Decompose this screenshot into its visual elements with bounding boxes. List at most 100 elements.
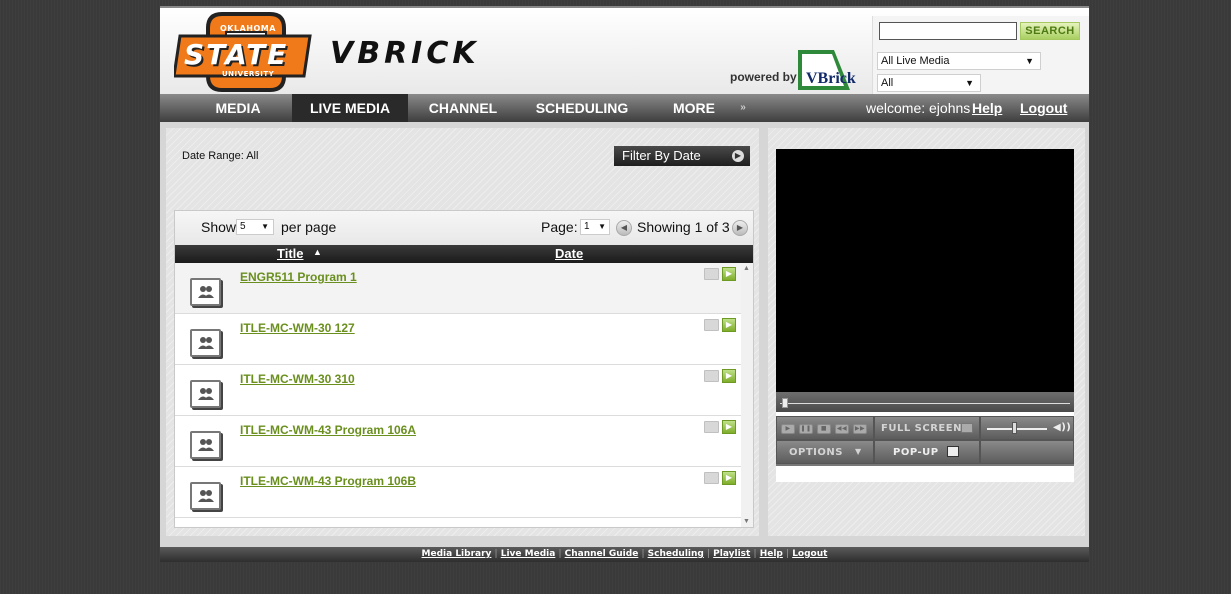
vbrick-brand: VBrick <box>806 70 856 87</box>
email-icon[interactable] <box>704 472 719 484</box>
volume-track[interactable] <box>987 428 1047 430</box>
footer-link-media-library[interactable]: Media Library <box>422 549 492 559</box>
table-row[interactable]: ITLE-MC-WM-43 Program 106B ▶ <box>175 467 741 518</box>
seek-bar[interactable] <box>776 392 1074 412</box>
page-select[interactable]: 1 ▼ <box>580 219 610 235</box>
next-page-icon[interactable]: ▶ <box>732 220 748 236</box>
live-media-thumbnail-icon[interactable] <box>190 329 221 357</box>
footer-separator: | <box>753 549 757 559</box>
nav-scheduling[interactable]: SCHEDULING <box>534 94 630 122</box>
live-media-thumbnail-icon[interactable] <box>190 431 221 459</box>
pause-icon[interactable]: ❚❚ <box>799 424 813 434</box>
email-icon[interactable] <box>704 268 719 280</box>
table-row[interactable]: ITLE-MC-WM-30 127 ▶ <box>175 314 741 365</box>
options-label: OPTIONS <box>789 447 843 458</box>
list-toolbar: Show 5 ▼ per page Page: 1 ▼ ◀ Showing 1 … <box>175 211 753 245</box>
per-page-label: per page <box>281 219 337 235</box>
logo-text-bottom: UNIVERSITY <box>222 70 275 78</box>
footer-link-logout[interactable]: Logout <box>792 549 827 559</box>
rewind-icon[interactable]: ◀◀ <box>835 424 849 434</box>
volume-handle[interactable] <box>1012 422 1017 434</box>
seek-track <box>780 403 1070 404</box>
nav-live-media[interactable]: LIVE MEDIA <box>292 94 408 122</box>
play-icon[interactable]: ▶ <box>722 420 736 434</box>
table-row[interactable]: ITLE-MC-WM-43 Program 106A ▶ <box>175 416 741 467</box>
email-icon[interactable] <box>704 370 719 382</box>
app-frame: OKLAHOMA STATE UNIVERSITY VBRICK powered… <box>160 0 1089 562</box>
live-media-thumbnail-icon[interactable] <box>190 482 221 510</box>
volume-control[interactable]: ◀)) <box>980 416 1074 440</box>
logout-link[interactable]: Logout <box>1020 94 1067 122</box>
list-scrollbar[interactable]: ▲ ▼ <box>741 263 753 527</box>
osu-logo[interactable]: OKLAHOMA STATE UNIVERSITY <box>172 10 314 94</box>
play-icon[interactable]: ▶ <box>722 369 736 383</box>
main-nav: MEDIA LIVE MEDIA CHANNEL SCHEDULING MORE… <box>160 94 1089 144</box>
footer-link-help[interactable]: Help <box>760 549 783 559</box>
popup-button[interactable]: POP-UP <box>874 440 980 464</box>
prev-page-icon[interactable]: ◀ <box>616 220 632 236</box>
sort-asc-icon[interactable]: ▲ <box>313 247 322 257</box>
help-link[interactable]: Help <box>972 94 1002 122</box>
stop-icon[interactable]: ■ <box>817 424 831 434</box>
arrow-right-icon: ▶ <box>732 150 744 162</box>
scope-select[interactable]: All Live Media ▼ <box>877 52 1041 70</box>
table-header: Title ▲ Date <box>175 245 753 263</box>
media-title-link[interactable]: ITLE-MC-WM-30 310 <box>240 372 355 386</box>
date-range-label: Date Range: All <box>182 150 259 162</box>
footer-separator: | <box>641 549 645 559</box>
footer-link-live-media[interactable]: Live Media <box>501 549 556 559</box>
play-icon[interactable]: ▶ <box>722 267 736 281</box>
media-list: Show 5 ▼ per page Page: 1 ▼ ◀ Showing 1 … <box>174 210 754 528</box>
type-select[interactable]: All ▼ <box>877 74 981 92</box>
media-rows: ENGR511 Program 1 ▶ ITLE-MC-WM-30 127 ▶ <box>175 263 741 527</box>
more-tools-chevron-icon: » <box>740 102 746 113</box>
logo-text-main: STATE <box>184 38 289 71</box>
search-input[interactable] <box>879 22 1017 40</box>
play-icon[interactable]: ▶ <box>722 471 736 485</box>
footer-link-scheduling[interactable]: Scheduling <box>648 549 704 559</box>
filter-by-date-button[interactable]: Filter By Date ▶ <box>614 146 750 166</box>
fullscreen-icon <box>961 423 973 433</box>
nav-media[interactable]: MEDIA <box>208 94 268 122</box>
media-title-link[interactable]: ITLE-MC-WM-43 Program 106B <box>240 474 416 488</box>
table-row[interactable]: ENGR511 Program 1 ▶ <box>175 263 741 314</box>
scope-select-value: All Live Media <box>881 55 950 67</box>
volume-icon[interactable]: ◀)) <box>1053 422 1071 433</box>
scroll-down-icon[interactable]: ▼ <box>743 518 750 525</box>
date-column-header[interactable]: Date <box>555 246 583 261</box>
type-select-value: All <box>881 77 894 89</box>
live-media-thumbnail-icon[interactable] <box>190 278 221 306</box>
title-column-header[interactable]: Title <box>277 246 304 261</box>
media-title-link[interactable]: ENGR511 Program 1 <box>240 270 357 284</box>
footer-link-playlist[interactable]: Playlist <box>713 549 750 559</box>
scroll-up-icon[interactable]: ▲ <box>743 265 750 272</box>
options-button[interactable]: OPTIONS ▼ <box>776 440 874 464</box>
nav-more-tools[interactable]: MORE TOOLS <box>650 94 738 144</box>
welcome-text: welcome: ejohns <box>866 100 971 116</box>
play-icon[interactable]: ▶ <box>781 424 795 434</box>
header: OKLAHOMA STATE UNIVERSITY VBRICK powered… <box>160 6 1089 96</box>
media-title-link[interactable]: ITLE-MC-WM-30 127 <box>240 321 355 335</box>
email-icon[interactable] <box>704 319 719 331</box>
search-button[interactable]: SEARCH <box>1020 22 1080 40</box>
show-label: Show <box>201 219 237 235</box>
showing-count: Showing 1 of 3 <box>637 219 730 235</box>
logo-text-top: OKLAHOMA <box>220 24 276 33</box>
fullscreen-button[interactable]: FULL SCREEN <box>874 416 980 440</box>
page-value: 1 <box>584 221 590 232</box>
seek-handle[interactable] <box>782 398 788 408</box>
nav-channel[interactable]: CHANNEL <box>426 94 500 122</box>
video-screen[interactable] <box>776 149 1074 392</box>
media-list-panel: Date Range: All Filter By Date ▶ Show 5 … <box>166 128 759 536</box>
per-page-select[interactable]: 5 ▼ <box>236 219 274 235</box>
footer-link-channel-guide[interactable]: Channel Guide <box>565 549 639 559</box>
email-icon[interactable] <box>704 421 719 433</box>
footer-separator: | <box>786 549 790 559</box>
table-row[interactable]: ITLE-MC-WM-30 310 ▶ <box>175 365 741 416</box>
transport-buttons: ▶ ❚❚ ■ ◀◀ ▶▶ <box>776 416 874 440</box>
media-title-link[interactable]: ITLE-MC-WM-43 Program 106A <box>240 423 416 437</box>
forward-icon[interactable]: ▶▶ <box>853 424 867 434</box>
play-icon[interactable]: ▶ <box>722 318 736 332</box>
player-panel: ▶ ❚❚ ■ ◀◀ ▶▶ FULL SCREEN ◀)) OPTIONS ▼ P… <box>768 128 1085 536</box>
live-media-thumbnail-icon[interactable] <box>190 380 221 408</box>
